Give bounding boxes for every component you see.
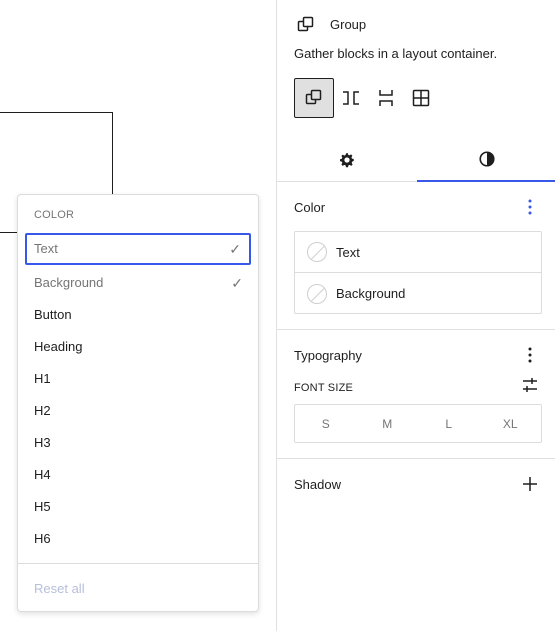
- tab-settings[interactable]: [277, 138, 416, 182]
- menu-item-h3[interactable]: H3: [25, 427, 251, 459]
- variation-group-button[interactable]: [294, 78, 334, 118]
- menu-item-h4[interactable]: H4: [25, 459, 251, 491]
- reset-all-button[interactable]: Reset all: [34, 581, 85, 596]
- menu-item-h6[interactable]: H6: [25, 523, 251, 555]
- menu-item-h1[interactable]: H1: [25, 363, 251, 395]
- menu-item-label: H3: [34, 435, 51, 450]
- check-icon: ✓: [229, 241, 241, 257]
- custom-size-toggle[interactable]: [521, 376, 539, 394]
- canvas-block-outline-lower: [0, 232, 18, 233]
- kebab-menu-icon: [528, 347, 532, 363]
- menu-item-h5[interactable]: H5: [25, 491, 251, 523]
- menu-item-label: H4: [34, 467, 51, 482]
- menu-item-label: H5: [34, 499, 51, 514]
- inspector-tabs: [277, 138, 555, 182]
- menu-item-label: Heading: [34, 339, 83, 354]
- font-size-label: FONT SIZE: [294, 382, 354, 394]
- block-variations: [294, 78, 441, 118]
- menu-item-heading[interactable]: Heading: [25, 331, 251, 363]
- menu-heading: COLOR: [34, 209, 75, 221]
- kebab-menu-icon: [528, 199, 532, 215]
- gear-icon: [339, 153, 354, 168]
- group-block-icon: [297, 16, 314, 32]
- menu-item-background[interactable]: Background ✓: [25, 267, 251, 299]
- section-divider: [277, 329, 555, 330]
- check-icon: ✓: [231, 275, 243, 291]
- group-icon: [305, 89, 322, 105]
- menu-item-label: Background: [34, 275, 104, 290]
- block-inspector-sidebar: Group Gather blocks in a layout containe…: [276, 0, 555, 631]
- tab-styles[interactable]: [417, 138, 555, 182]
- row-icon: [343, 91, 359, 105]
- canvas-block-outline-right: [112, 112, 113, 195]
- menu-item-label: Button: [34, 307, 72, 322]
- font-size-option-l[interactable]: L: [418, 405, 480, 442]
- menu-item-text[interactable]: Text ✓: [25, 233, 251, 265]
- menu-item-button[interactable]: Button: [25, 299, 251, 331]
- block-title: Group: [330, 17, 367, 32]
- menu-item-label: H6: [34, 531, 51, 546]
- menu-item-label: H2: [34, 403, 51, 418]
- variation-stack-button[interactable]: [366, 78, 406, 118]
- menu-item-label: Text: [34, 241, 58, 256]
- font-size-option-s[interactable]: S: [295, 405, 357, 442]
- block-description: Gather blocks in a layout container.: [294, 46, 498, 61]
- color-section-title: Color: [294, 200, 326, 215]
- color-item-label: Text: [336, 244, 360, 260]
- variation-grid-button[interactable]: [401, 78, 441, 118]
- editor-screen: COLOR Text ✓ Background ✓ Button Heading…: [0, 0, 555, 631]
- empty-swatch-icon: [307, 283, 327, 304]
- section-divider: [277, 458, 555, 459]
- color-item-label: Background: [336, 286, 406, 301]
- color-options-menu: COLOR Text ✓ Background ✓ Button Heading…: [17, 194, 259, 612]
- color-item-background[interactable]: Background: [295, 273, 541, 314]
- shadow-section-title: Shadow: [294, 477, 341, 492]
- typography-section-title: Typography: [294, 348, 362, 363]
- color-item-text[interactable]: Text: [295, 232, 541, 273]
- stack-icon: [379, 90, 393, 106]
- menu-item-label: H1: [34, 371, 51, 386]
- color-options-button[interactable]: [520, 197, 540, 217]
- empty-swatch-icon: [307, 242, 327, 262]
- menu-item-h2[interactable]: H2: [25, 395, 251, 427]
- font-size-option-xl[interactable]: XL: [480, 405, 542, 442]
- variation-row-button[interactable]: [331, 78, 371, 118]
- color-items-group: Text Background: [294, 231, 542, 314]
- font-size-picker: S M L XL: [294, 404, 542, 443]
- canvas-block-outline-top: [0, 112, 113, 113]
- contrast-icon: [478, 151, 495, 167]
- add-shadow-button[interactable]: [520, 474, 540, 494]
- typography-options-button[interactable]: [520, 345, 540, 365]
- grid-icon: [412, 89, 430, 107]
- menu-divider: [18, 563, 258, 564]
- font-size-option-m[interactable]: M: [357, 405, 419, 442]
